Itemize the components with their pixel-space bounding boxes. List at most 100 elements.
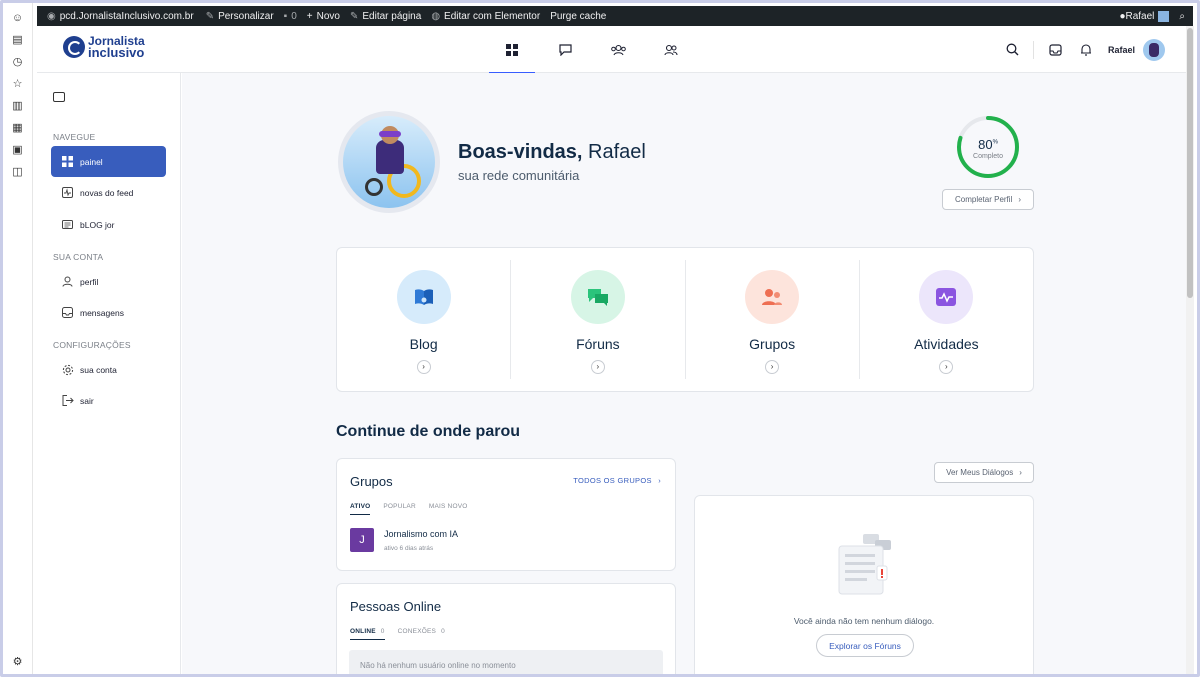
user-avatar[interactable]: [1143, 38, 1165, 61]
sidebar-item-sua-conta[interactable]: sua conta: [51, 354, 166, 385]
chat-bubbles-icon: [570, 270, 625, 324]
group-icon: [745, 270, 800, 324]
page-scrollbar[interactable]: [1186, 26, 1194, 674]
user-icon: [61, 275, 74, 288]
view-dialogs-button[interactable]: Ver Meus Diálogos ›: [934, 462, 1034, 483]
chevron-right-icon[interactable]: ›: [939, 360, 954, 374]
sidebar-item-perfil[interactable]: perfil: [51, 266, 166, 297]
admin-elementor-label: Editar com Elementor: [444, 10, 541, 22]
tab-online[interactable]: ONLINE 0: [350, 628, 385, 640]
shortcut-card-blog[interactable]: Blog ›: [337, 260, 512, 379]
favorites-icon[interactable]: ☆: [11, 78, 24, 91]
scrollbar-thumb[interactable]: [1187, 28, 1193, 298]
chevron-right-icon[interactable]: ›: [590, 360, 605, 374]
online-empty-message: Não há nenhum usuário online no momento: [349, 650, 663, 674]
shortcut-card-groups[interactable]: Grupos ›: [686, 260, 860, 379]
progress-number: 80: [978, 137, 993, 152]
admin-site-link[interactable]: ◉ pcd.JornalistaInclusivo.com.br: [47, 11, 194, 22]
main-nav-icons: [489, 26, 701, 74]
admin-purge-cache-link[interactable]: Purge cache: [550, 11, 606, 22]
activity-icon: [919, 270, 974, 324]
search-icon[interactable]: [1005, 42, 1021, 58]
tab-connections-label: CONEXÕES: [397, 628, 437, 635]
all-groups-link[interactable]: TODOS OS GRUPOS ›: [573, 476, 661, 485]
nav-groups[interactable]: [595, 26, 641, 73]
admin-account[interactable]: ● Rafael ⌕: [1119, 10, 1185, 22]
avatar-wheel-small: [365, 178, 383, 196]
sidebar-item-blog[interactable]: bLOG jor: [51, 209, 166, 240]
members-icon: [664, 44, 678, 55]
nav-forums[interactable]: [542, 26, 588, 73]
sidebar-item-label: bLOG jor: [80, 219, 115, 230]
group-name-link[interactable]: Jornalismo com IA: [384, 529, 458, 539]
admin-site-name: pcd.JornalistaInclusivo.com.br: [59, 10, 194, 22]
main-content: Boas-vindas, Rafael sua rede comunitária…: [182, 73, 1191, 674]
logout-icon: [61, 394, 74, 407]
tab-popular[interactable]: POPULAR: [383, 503, 415, 515]
welcome-greeting: Boas-vindas,: [458, 141, 583, 163]
chevron-right-icon[interactable]: ›: [765, 360, 780, 374]
left-sidebar: NAVEGUE painel novas do feed bLOG jor SU…: [37, 73, 181, 674]
profile-avatar-image: [343, 116, 435, 208]
admin-comments-link[interactable]: ▪ 0: [284, 11, 297, 22]
admin-edit-page-link[interactable]: ✎ Editar página: [350, 11, 421, 22]
browser-settings-icon[interactable]: ⚙: [11, 656, 24, 669]
tab-active[interactable]: ATIVO: [350, 503, 371, 515]
inbox-icon[interactable]: [1048, 42, 1064, 58]
header-actions: Rafael: [991, 26, 1165, 73]
shortcut-card-forums[interactable]: Fóruns ›: [511, 260, 686, 379]
sidebar-item-mensagens[interactable]: mensagens: [51, 297, 166, 328]
welcome-subtitle: sua rede comunitária: [458, 168, 580, 183]
sidebar-item-painel[interactable]: painel: [51, 146, 166, 177]
nav-members[interactable]: [648, 26, 694, 73]
collections-icon[interactable]: ▤: [11, 34, 24, 47]
admin-purge-label: Purge cache: [550, 10, 607, 22]
profile-avatar[interactable]: [338, 111, 440, 213]
admin-bar: ◉ pcd.JornalistaInclusivo.com.br ✎ Perso…: [37, 6, 1193, 26]
sidebar-item-label: mensagens: [80, 307, 124, 318]
empty-dialogs-illustration-icon: [838, 534, 891, 595]
online-people-panel: Pessoas Online ONLINE 0 CONEXÕES 0 Não h…: [336, 583, 676, 674]
sidebar-item-feed[interactable]: novas do feed: [51, 177, 166, 208]
grid-icon: [61, 155, 74, 168]
progress-unit: %: [992, 139, 998, 146]
chevron-right-icon[interactable]: ›: [416, 360, 431, 374]
reading-icon[interactable]: ▥: [11, 100, 24, 113]
avatar-body: [376, 140, 404, 174]
chat-icon: [558, 43, 572, 56]
tab-newest[interactable]: MAIS NOVO: [429, 503, 468, 515]
tab-connections-count: 0: [441, 628, 445, 635]
outlook-icon[interactable]: ▣: [11, 144, 24, 157]
activity-feed-icon: [61, 186, 74, 199]
header-username[interactable]: Rafael: [1108, 45, 1135, 55]
sidebar-item-label: painel: [80, 156, 103, 167]
tab-connections[interactable]: CONEXÕES 0: [398, 628, 445, 640]
shortcut-card-activities[interactable]: Atividades ›: [860, 260, 1033, 379]
chevron-right-icon: ›: [1018, 195, 1022, 204]
continue-section-title: Continue de onde parou: [336, 423, 520, 440]
group-avatar[interactable]: J: [350, 528, 374, 552]
nav-dashboard[interactable]: [489, 26, 535, 74]
admin-customize-link[interactable]: ✎ Personalizar: [206, 11, 274, 22]
top-navigation: Jornalista inclusivo Rafael: [37, 26, 1191, 74]
logo-text: Jornalista inclusivo: [88, 35, 145, 59]
shortcut-title: Atividades: [914, 336, 979, 352]
sidebar-toggle-icon[interactable]: [53, 92, 65, 102]
ai-icon[interactable]: ◫: [11, 166, 24, 179]
browser-frame: ☺ ▤ ◷ ☆ ▥ ▦ ▣ ◫ ⚙ ◉ pcd.JornalistaInclus…: [0, 0, 1200, 677]
online-panel-title: Pessoas Online: [350, 599, 442, 614]
admin-new-link[interactable]: + Novo: [307, 11, 340, 22]
admin-search-icon[interactable]: ⌕: [1179, 11, 1185, 22]
explore-forums-button[interactable]: Explorar os Fóruns: [816, 634, 914, 657]
all-groups-label: TODOS OS GRUPOS: [573, 476, 652, 485]
view-dialogs-label: Ver Meus Diálogos: [946, 468, 1014, 477]
welcome-heading: Boas-vindas, Rafael: [458, 141, 646, 164]
emoji-icon[interactable]: ☺: [11, 12, 24, 25]
history-icon[interactable]: ◷: [11, 56, 24, 69]
sidebar-item-sair[interactable]: sair: [51, 385, 166, 416]
admin-elementor-link[interactable]: ◍ Editar com Elementor: [431, 11, 540, 22]
complete-profile-button[interactable]: Completar Perfil ›: [942, 189, 1034, 210]
bell-icon[interactable]: [1078, 42, 1094, 58]
site-logo[interactable]: Jornalista inclusivo: [63, 35, 145, 59]
news-icon[interactable]: ▦: [11, 122, 24, 135]
